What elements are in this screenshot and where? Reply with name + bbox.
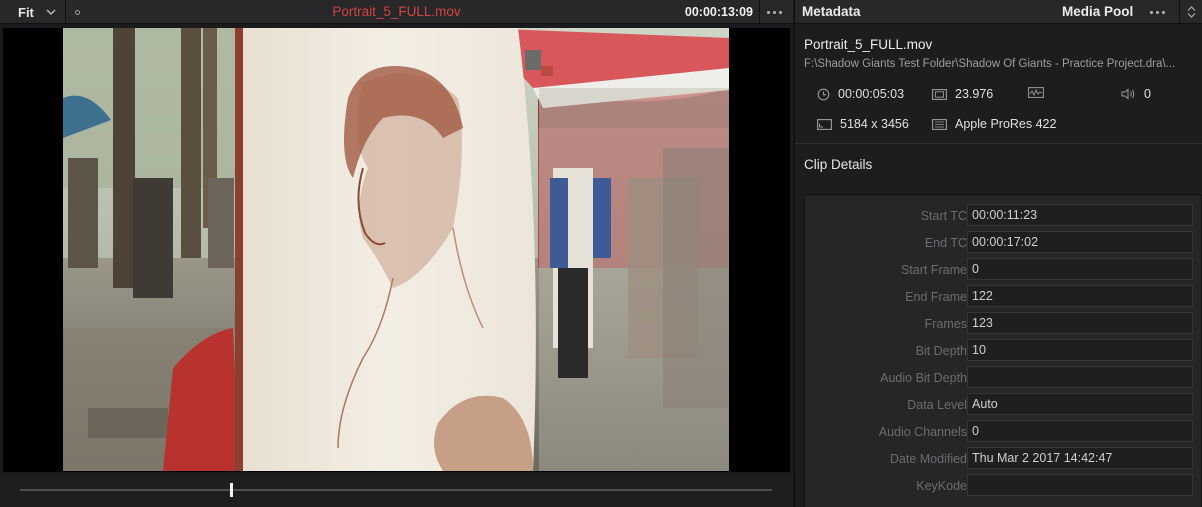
- codec-info: Apple ProRes 422: [932, 117, 1056, 131]
- scrubber[interactable]: [0, 474, 793, 507]
- viewer-more-icon[interactable]: [759, 0, 789, 24]
- detail-label: Audio Channels: [878, 425, 967, 439]
- video-canvas[interactable]: [3, 28, 790, 472]
- clip-details-table: Start TC 00:00:11:23 End TC 00:00:17:02 …: [804, 194, 1202, 507]
- sort-icon[interactable]: [1179, 0, 1202, 24]
- tab-metadata[interactable]: Metadata: [802, 0, 861, 24]
- detail-row-end-tc: End TC 00:00:17:02: [805, 231, 1202, 255]
- waveform-icon: [1028, 87, 1044, 98]
- bit-depth-field[interactable]: 10: [967, 339, 1193, 361]
- detail-label: Frames: [924, 317, 967, 331]
- detail-label: Bit Depth: [915, 344, 967, 358]
- detail-row-start-tc: Start TC 00:00:11:23: [805, 204, 1202, 228]
- duration-value: 00:00:05:03: [838, 87, 905, 101]
- viewer-header: Fit Portrait_5_FULL.mov 00:00:13:09: [0, 0, 793, 24]
- detail-row-date-modified: Date Modified Thu Mar 2 2017 14:42:47: [805, 447, 1202, 471]
- codec-value: Apple ProRes 422: [955, 117, 1057, 131]
- data-level-field[interactable]: Auto: [967, 393, 1193, 415]
- resolution-value: 5184 x 3456: [840, 117, 909, 131]
- frames-field[interactable]: 123: [967, 312, 1193, 334]
- video-frame-image: [63, 28, 729, 471]
- frame-rate-value: 23.976: [955, 87, 994, 101]
- audio-channels-value: 0: [1144, 87, 1151, 101]
- detail-label: End TC: [924, 236, 967, 250]
- viewer-clip-title: Portrait_5_FULL.mov: [332, 4, 461, 19]
- detail-row-end-frame: End Frame 122: [805, 285, 1202, 309]
- divider: [795, 143, 1202, 144]
- clip-name: Portrait_5_FULL.mov: [804, 37, 933, 52]
- detail-row-frames: Frames 123: [805, 312, 1202, 336]
- clip-path: F:\Shadow Giants Test Folder\Shadow Of G…: [804, 58, 1176, 70]
- resolution-icon: [817, 118, 832, 130]
- detail-label: Data Level: [907, 398, 967, 412]
- audio-bit-depth-field[interactable]: [967, 366, 1193, 388]
- detail-row-keykode: KeyKode: [805, 474, 1202, 498]
- video-frame: [63, 28, 729, 471]
- detail-label: Start Frame: [901, 263, 967, 277]
- scrubber-track[interactable]: [20, 489, 772, 491]
- detail-label: End Frame: [905, 290, 967, 304]
- viewer-panel: Fit Portrait_5_FULL.mov 00:00:13:09: [0, 0, 793, 507]
- metadata-panel: Metadata Media Pool Portrait_5_FULL.mov …: [794, 0, 1202, 507]
- keykode-field[interactable]: [967, 474, 1193, 496]
- speaker-icon: [1121, 88, 1135, 100]
- frame-rate-info: 23.976: [932, 87, 993, 101]
- detail-label: Date Modified: [889, 452, 967, 466]
- viewer-timecode: 00:00:13:09: [684, 5, 753, 19]
- metadata-more-icon[interactable]: [1142, 0, 1172, 24]
- film-icon: [932, 88, 947, 100]
- metadata-header: Metadata Media Pool: [795, 0, 1202, 24]
- detail-label: Audio Bit Depth: [880, 371, 967, 385]
- detail-label: KeyKode: [916, 479, 967, 493]
- detail-row-bit-depth: Bit Depth 10: [805, 339, 1202, 363]
- detail-row-start-frame: Start Frame 0: [805, 258, 1202, 282]
- detail-row-data-level: Data Level Auto: [805, 393, 1202, 417]
- end-frame-field[interactable]: 122: [967, 285, 1193, 307]
- start-frame-field[interactable]: 0: [967, 258, 1193, 280]
- detail-row-audio-channels: Audio Channels 0: [805, 420, 1202, 444]
- detail-row-audio-bit-depth: Audio Bit Depth: [805, 366, 1202, 390]
- tab-media-pool[interactable]: Media Pool: [1062, 0, 1133, 24]
- date-modified-field[interactable]: Thu Mar 2 2017 14:42:47: [967, 447, 1193, 469]
- clock-icon: [817, 88, 830, 100]
- detail-label: Start TC: [920, 209, 967, 223]
- audio-channels-info: 0: [1121, 87, 1151, 101]
- audio-channels-field[interactable]: 0: [967, 420, 1193, 442]
- codec-icon: [932, 118, 947, 130]
- section-title-clip-details: Clip Details: [804, 157, 873, 172]
- duration-info: 00:00:05:03: [817, 87, 904, 101]
- waveform-info: [1028, 87, 1052, 98]
- start-tc-field[interactable]: 00:00:11:23: [967, 204, 1193, 226]
- playhead-handle[interactable]: [229, 483, 233, 497]
- resolution-info: 5184 x 3456: [817, 117, 909, 131]
- end-tc-field[interactable]: 00:00:17:02: [967, 231, 1193, 253]
